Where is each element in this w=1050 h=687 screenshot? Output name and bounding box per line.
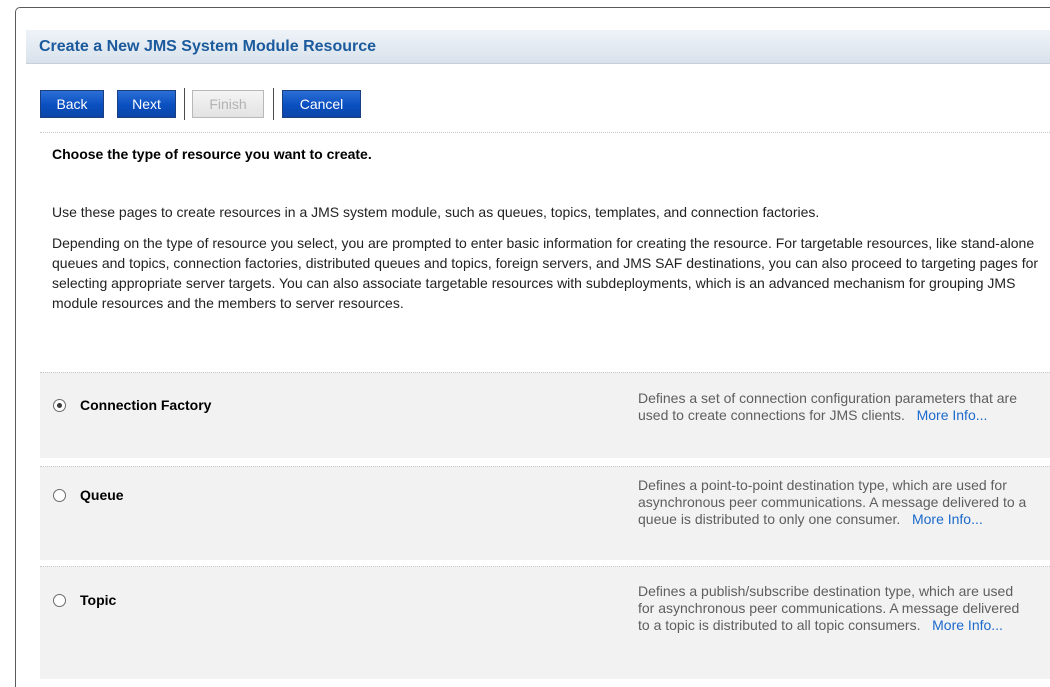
- radio-topic[interactable]: [53, 594, 66, 607]
- radio-connection-factory[interactable]: [53, 399, 66, 412]
- toolbar-separator: [273, 88, 274, 120]
- page-title: Create a New JMS System Module Resource: [39, 38, 377, 55]
- intro-paragraph: Use these pages to create resources in a…: [52, 204, 820, 220]
- intro-paragraph: Depending on the type of resource you se…: [52, 235, 1039, 311]
- next-button[interactable]: Next: [117, 90, 176, 118]
- option-description-connection-factory: Defines a set of connection configuratio…: [638, 390, 1030, 424]
- more-info-link[interactable]: More Info...: [917, 407, 988, 423]
- page-header: Create a New JMS System Module Resource: [26, 30, 1050, 64]
- radio-queue[interactable]: [53, 489, 66, 502]
- toolbar-separator: [184, 88, 185, 120]
- option-description-queue: Defines a point-to-point destination typ…: [638, 477, 1030, 528]
- option-row-queue[interactable]: Queue Defines a point-to-point destinati…: [40, 466, 1050, 560]
- option-label-queue: Queue: [80, 487, 124, 503]
- more-info-link[interactable]: More Info...: [912, 511, 983, 527]
- option-description-topic: Defines a publish/subscribe destination …: [638, 583, 1030, 634]
- finish-button[interactable]: Finish: [192, 90, 264, 118]
- option-row-connection-factory[interactable]: Connection Factory Defines a set of conn…: [40, 372, 1050, 458]
- option-row-topic[interactable]: Topic Defines a publish/subscribe destin…: [40, 566, 1050, 679]
- option-label-connection-factory: Connection Factory: [80, 397, 212, 413]
- more-info-link[interactable]: More Info...: [932, 617, 1003, 633]
- back-button[interactable]: Back: [40, 90, 104, 118]
- divider: [40, 132, 1050, 133]
- cancel-button[interactable]: Cancel: [282, 90, 361, 118]
- option-label-topic: Topic: [80, 592, 117, 608]
- instruction-text: Choose the type of resource you want to …: [52, 146, 372, 162]
